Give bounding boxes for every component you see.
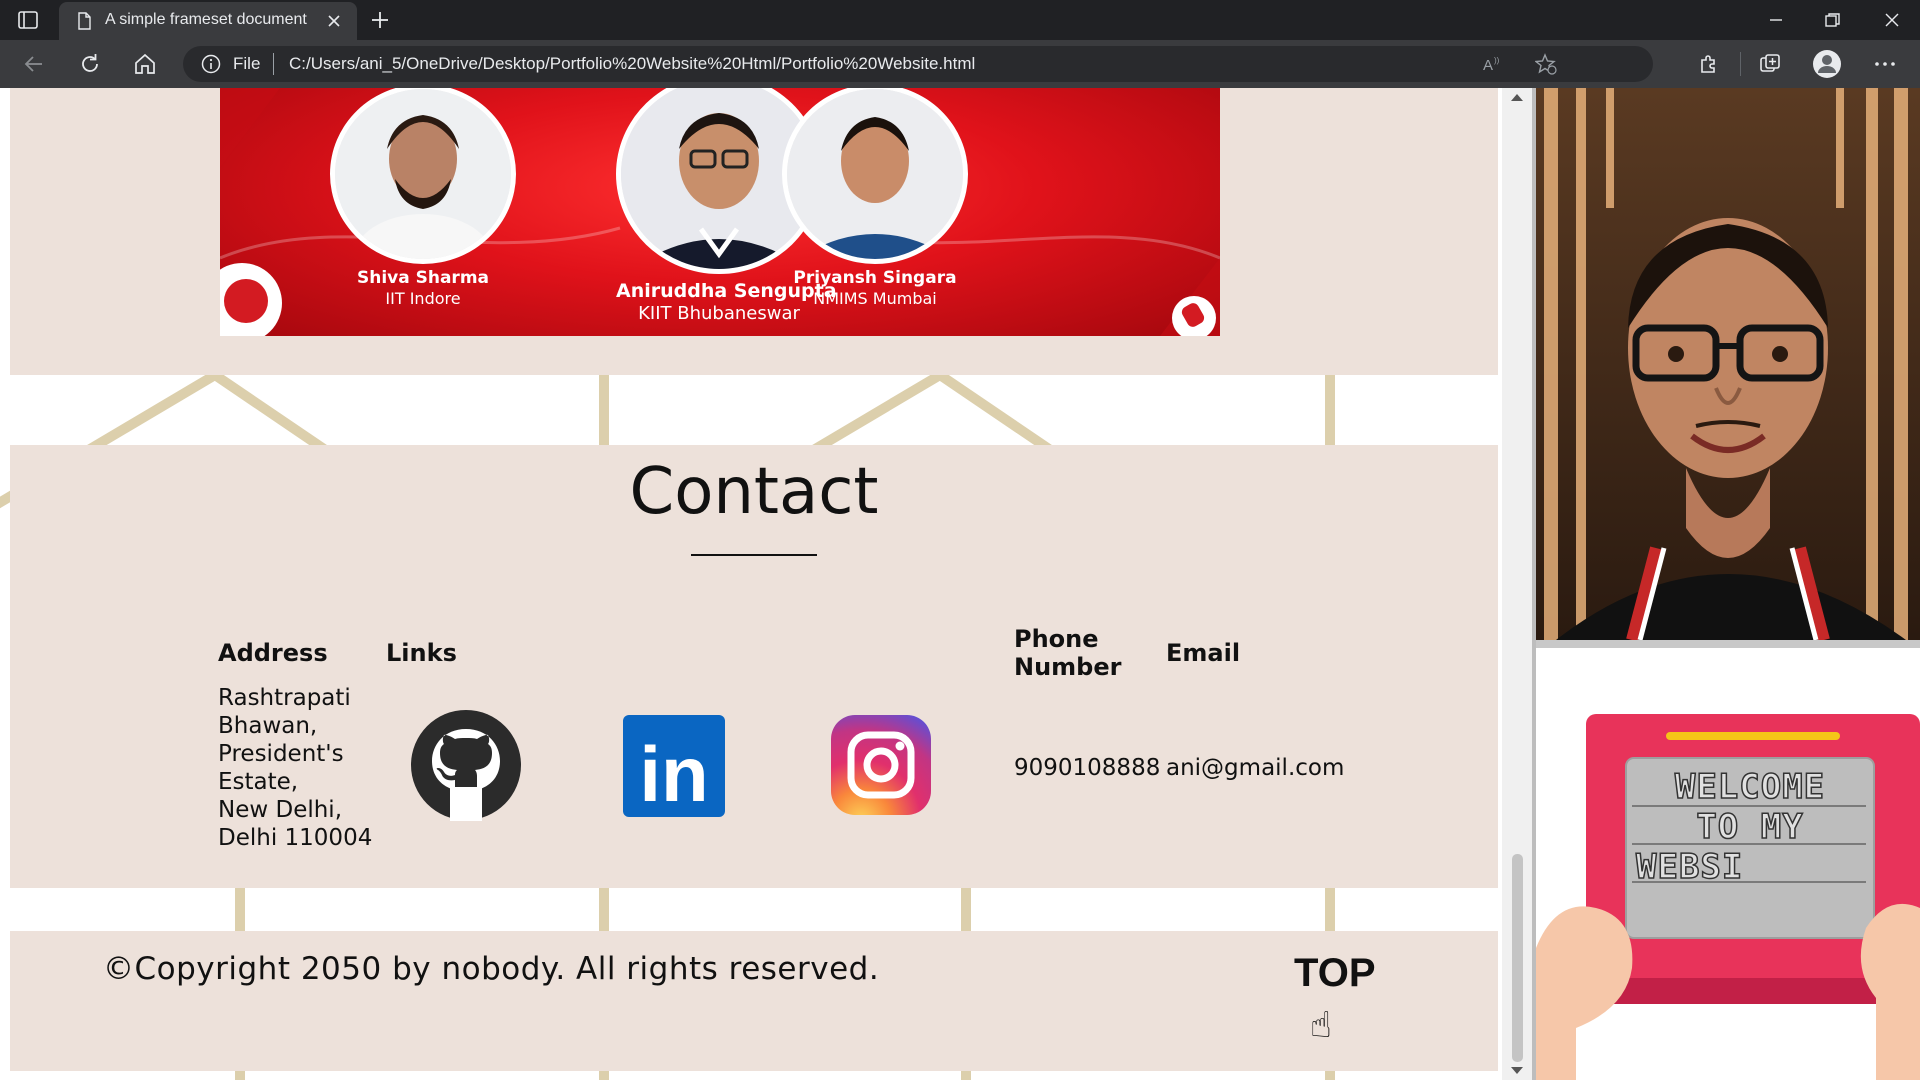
welcome-frame: WELCOME TO MY WEBSI	[1536, 648, 1920, 1080]
phone-heading: Phone Number	[1014, 625, 1122, 681]
contact-section: Contact Address Links Phone Number Email…	[10, 445, 1498, 888]
main-frame[interactable]: Shiva Sharma IIT Indore Aniruddha Sengup…	[0, 88, 1532, 1080]
refresh-icon[interactable]	[77, 51, 103, 77]
priyansh-photo	[782, 88, 968, 264]
person-name: Shiva Sharma	[356, 268, 490, 288]
info-icon[interactable]	[201, 54, 221, 74]
address-bar[interactable]: File C:/Users/ani_5/OneDrive/Desktop/Por…	[183, 46, 1653, 82]
welcome-tablet: WELCOME TO MY WEBSI	[1536, 714, 1920, 1080]
tab-actions-icon[interactable]	[17, 9, 39, 31]
tab-title: A simple frameset document	[105, 11, 307, 28]
read-aloud-icon[interactable]: A ))	[1481, 53, 1503, 75]
address-line: Estate,	[218, 769, 299, 795]
contact-divider	[691, 554, 817, 556]
scroll-thumb[interactable]	[1512, 854, 1523, 1062]
shiva-photo	[330, 88, 516, 264]
document-icon	[78, 12, 91, 30]
address-line: New Delhi,	[218, 797, 343, 823]
address-separator	[273, 53, 274, 75]
team-banner: Shiva Sharma IIT Indore Aniruddha Sengup…	[220, 88, 1220, 336]
phone-number[interactable]: 9090108888	[1014, 755, 1160, 781]
profile-avatar-icon[interactable]	[1812, 49, 1842, 79]
collections-icon[interactable]	[1757, 51, 1783, 77]
welcome-line: WEBSI	[1636, 847, 1743, 887]
footer: ©Copyright 2050 by nobody. All rights re…	[10, 931, 1498, 1071]
welcome-line: WELCOME	[1675, 767, 1825, 807]
add-favorite-icon[interactable]	[1535, 53, 1557, 75]
pointing-up-icon[interactable]: ☝	[1310, 1005, 1332, 1046]
main-scrollbar[interactable]	[1502, 88, 1532, 1080]
close-window-icon[interactable]	[1880, 9, 1904, 31]
person-school: NMIMS Mumbai	[813, 289, 937, 308]
minimize-icon[interactable]	[1764, 9, 1788, 31]
github-icon[interactable]	[410, 709, 522, 821]
home-icon[interactable]	[132, 51, 158, 77]
linkedin-icon[interactable]: in	[623, 715, 725, 817]
file-label: File	[233, 54, 261, 73]
browser-toolbar: File C:/Users/ani_5/OneDrive/Desktop/Por…	[0, 40, 1920, 88]
welcome-line: TO MY	[1696, 807, 1803, 847]
email-address[interactable]: ani@gmail.com	[1166, 755, 1344, 781]
browser-tab[interactable]: A simple frameset document	[59, 2, 357, 40]
copyright-text: ©Copyright 2050 by nobody. All rights re…	[103, 951, 880, 987]
profile-photo	[1536, 88, 1920, 640]
email-heading: Email	[1166, 639, 1241, 667]
top-link[interactable]: TOP	[1294, 951, 1376, 996]
scroll-down-icon[interactable]	[1511, 1067, 1523, 1074]
scroll-up-icon[interactable]	[1511, 94, 1523, 101]
browser-title-bar: A simple frameset document	[0, 0, 1920, 40]
back-icon[interactable]	[21, 51, 47, 77]
address-line: Rashtrapati	[218, 685, 351, 711]
close-tab-icon[interactable]	[325, 12, 343, 30]
profile-photo-frame	[1536, 88, 1920, 640]
address-line: Bhawan,	[218, 713, 318, 739]
team-panel: Shiva Sharma IIT Indore Aniruddha Sengup…	[10, 88, 1498, 375]
restore-icon[interactable]	[1820, 9, 1844, 31]
new-tab-icon[interactable]	[368, 8, 392, 32]
banner-logo-right	[1172, 296, 1216, 336]
address-line: Delhi 110004	[218, 825, 373, 851]
address-line: President's	[218, 741, 344, 767]
more-options-icon[interactable]	[1872, 51, 1898, 77]
right-frame-divider[interactable]	[1536, 640, 1920, 648]
svg-text:)): ))	[1494, 56, 1500, 65]
address-heading: Address	[218, 639, 328, 667]
instagram-icon[interactable]	[831, 715, 931, 815]
toolbar-divider	[1740, 52, 1741, 76]
url-text[interactable]: C:/Users/ani_5/OneDrive/Desktop/Portfoli…	[289, 54, 975, 74]
contact-title: Contact	[629, 455, 879, 529]
person-name: Priyansh Singara	[793, 268, 957, 288]
links-heading: Links	[386, 639, 457, 667]
person-school: IIT Indore	[385, 289, 461, 308]
linkedin-label: in	[639, 730, 708, 817]
svg-text:A: A	[1483, 57, 1493, 74]
extensions-icon[interactable]	[1696, 51, 1722, 77]
